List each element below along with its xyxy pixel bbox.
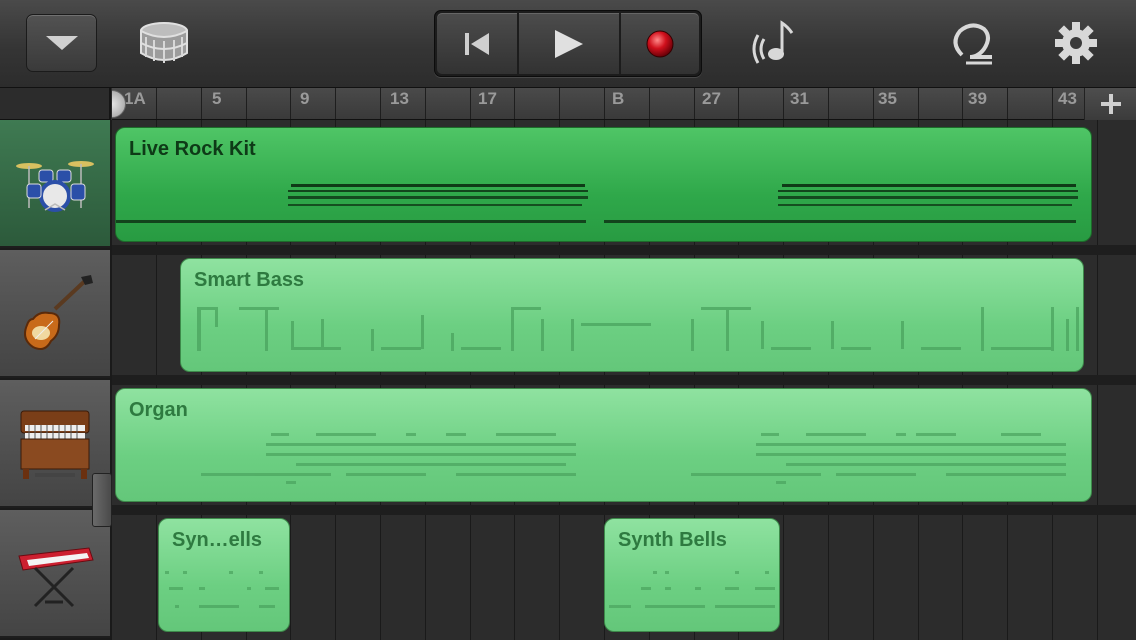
ruler-tick bbox=[335, 88, 336, 119]
menu-button[interactable] bbox=[26, 14, 97, 72]
track-header-smart-bass[interactable] bbox=[0, 250, 110, 378]
track-header-synth-bells[interactable] bbox=[0, 510, 110, 638]
ruler-tick bbox=[246, 88, 247, 119]
region-organ[interactable]: Organ bbox=[115, 388, 1092, 502]
ruler-tick bbox=[514, 88, 515, 119]
bells-notes bbox=[609, 571, 775, 608]
keyboard-icon bbox=[18, 547, 94, 608]
ruler-tick bbox=[425, 88, 426, 119]
metronome-icon bbox=[752, 20, 794, 64]
track-lanes: Live Rock Kit Smart Bass Organ Syn…ells … bbox=[112, 120, 1136, 640]
ruler-tick bbox=[962, 88, 963, 119]
ruler-tick bbox=[783, 88, 784, 119]
lane-separator bbox=[112, 245, 1136, 255]
timeline-ruler[interactable]: 1A 5 9 13 17 B 27 31 35 39 43 bbox=[112, 88, 1136, 120]
drum-notes bbox=[116, 184, 1078, 223]
organ-notes bbox=[201, 433, 1066, 484]
loop-browser-button[interactable] bbox=[942, 14, 1002, 72]
ruler-label: B bbox=[612, 89, 625, 108]
play-icon bbox=[555, 29, 583, 58]
bells-notes bbox=[165, 571, 279, 608]
instrument-view-button[interactable] bbox=[132, 16, 196, 70]
ruler-tick bbox=[380, 88, 381, 119]
ruler-tick bbox=[649, 88, 650, 119]
ruler-label: 17 bbox=[478, 89, 497, 108]
ruler-label: 35 bbox=[878, 89, 897, 108]
add-section-button[interactable]: + bbox=[1084, 88, 1136, 120]
ruler-tick bbox=[694, 88, 695, 119]
ruler-label: 39 bbox=[968, 89, 987, 108]
transport-controls bbox=[434, 10, 702, 77]
bass-guitar-icon bbox=[24, 275, 93, 350]
bass-notes bbox=[197, 307, 1079, 351]
ruler-tick bbox=[470, 88, 471, 119]
ruler-label: 43 bbox=[1058, 89, 1077, 108]
track-headers bbox=[0, 120, 112, 640]
ruler-tick bbox=[1052, 88, 1053, 119]
region-synth-bells-1[interactable]: Syn…ells bbox=[158, 518, 290, 632]
lane-separator bbox=[112, 375, 1136, 385]
rewind-to-start-icon bbox=[465, 32, 489, 55]
drum-icon bbox=[140, 22, 188, 63]
metronome-button[interactable] bbox=[748, 14, 808, 72]
settings-button[interactable] bbox=[1046, 14, 1106, 72]
plus-icon bbox=[1100, 94, 1121, 114]
ruler-tick bbox=[559, 88, 560, 119]
ruler-tick bbox=[604, 88, 605, 119]
header-resize-handle[interactable] bbox=[92, 473, 112, 527]
ruler-tick bbox=[918, 88, 919, 119]
organ-icon bbox=[20, 410, 90, 479]
ruler-label: 9 bbox=[300, 89, 310, 108]
ruler-label: 13 bbox=[390, 89, 409, 108]
ruler-tick bbox=[738, 88, 739, 119]
garageband-tracks-view: 1A 5 9 13 17 B 27 31 35 39 43 + bbox=[0, 0, 1136, 640]
ruler-tick bbox=[828, 88, 829, 119]
ruler-tick bbox=[1007, 88, 1008, 119]
gear-icon bbox=[1055, 22, 1097, 64]
play-button[interactable] bbox=[519, 13, 619, 74]
loop-browser-icon bbox=[953, 23, 992, 65]
region-synth-bells-2[interactable]: Synth Bells bbox=[604, 518, 780, 632]
region-smart-bass[interactable]: Smart Bass bbox=[180, 258, 1084, 372]
record-icon bbox=[646, 30, 674, 57]
ruler-tick bbox=[290, 88, 291, 119]
drum-kit-icon bbox=[16, 161, 94, 212]
ruler-tick bbox=[156, 88, 157, 119]
ruler-label: 1A bbox=[124, 89, 146, 108]
ruler-label: 27 bbox=[702, 89, 721, 108]
track-header-live-rock-kit[interactable] bbox=[0, 120, 110, 248]
ruler-tick bbox=[201, 88, 202, 119]
ruler-label: 31 bbox=[790, 89, 809, 108]
ruler-corner bbox=[0, 88, 111, 120]
region-live-rock-kit[interactable]: Live Rock Kit bbox=[115, 127, 1092, 242]
ruler-tick bbox=[873, 88, 874, 119]
chevron-down-icon bbox=[45, 36, 78, 50]
toolbar bbox=[0, 0, 1136, 88]
ruler-label: 5 bbox=[212, 89, 222, 108]
rewind-button[interactable] bbox=[437, 13, 517, 74]
record-button[interactable] bbox=[621, 13, 699, 74]
lane-separator bbox=[112, 505, 1136, 515]
